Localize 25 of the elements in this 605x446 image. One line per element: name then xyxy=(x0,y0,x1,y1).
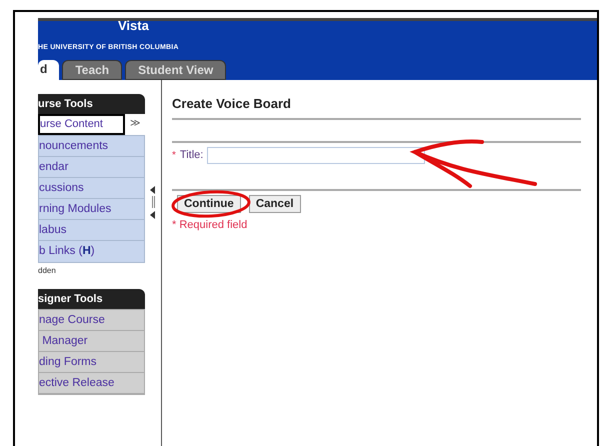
sidebar-item[interactable]: ding Forms xyxy=(39,352,144,373)
hidden-note: dden xyxy=(38,265,56,277)
sidebar-item[interactable]: ective Release xyxy=(39,373,144,394)
sidebar-item[interactable]: rning Modules xyxy=(39,199,144,220)
sidebar-item[interactable]: Manager xyxy=(39,331,144,352)
sidebar-item[interactable]: labus xyxy=(39,220,144,241)
tab[interactable]: d xyxy=(38,60,60,80)
dropdown-field[interactable]: urse Content xyxy=(38,114,125,135)
sidebar-item[interactable]: nage Course xyxy=(39,310,144,331)
logo-text: Vista xyxy=(118,19,149,32)
form-button[interactable]: Cancel xyxy=(248,194,301,212)
sidebar-item[interactable]: nouncements xyxy=(39,136,144,157)
tab[interactable]: Teach xyxy=(62,60,122,80)
sidebar-item[interactable]: b Links (H) xyxy=(39,241,144,262)
field-label: Title: xyxy=(180,148,204,164)
panel-header: urse Tools xyxy=(38,94,145,114)
form-button[interactable]: Continue xyxy=(177,194,241,212)
required-note: * Required field xyxy=(172,218,248,232)
tab[interactable]: Student View xyxy=(125,60,226,80)
sidebar-item[interactable]: endar xyxy=(39,157,144,178)
collapse-handle-icon[interactable] xyxy=(149,186,157,220)
required-asterisk: * xyxy=(172,149,176,163)
panel-header: signer Tools xyxy=(38,289,145,309)
page-title: Create Voice Board xyxy=(172,95,292,113)
sidebar-item[interactable]: cussions xyxy=(39,178,144,199)
